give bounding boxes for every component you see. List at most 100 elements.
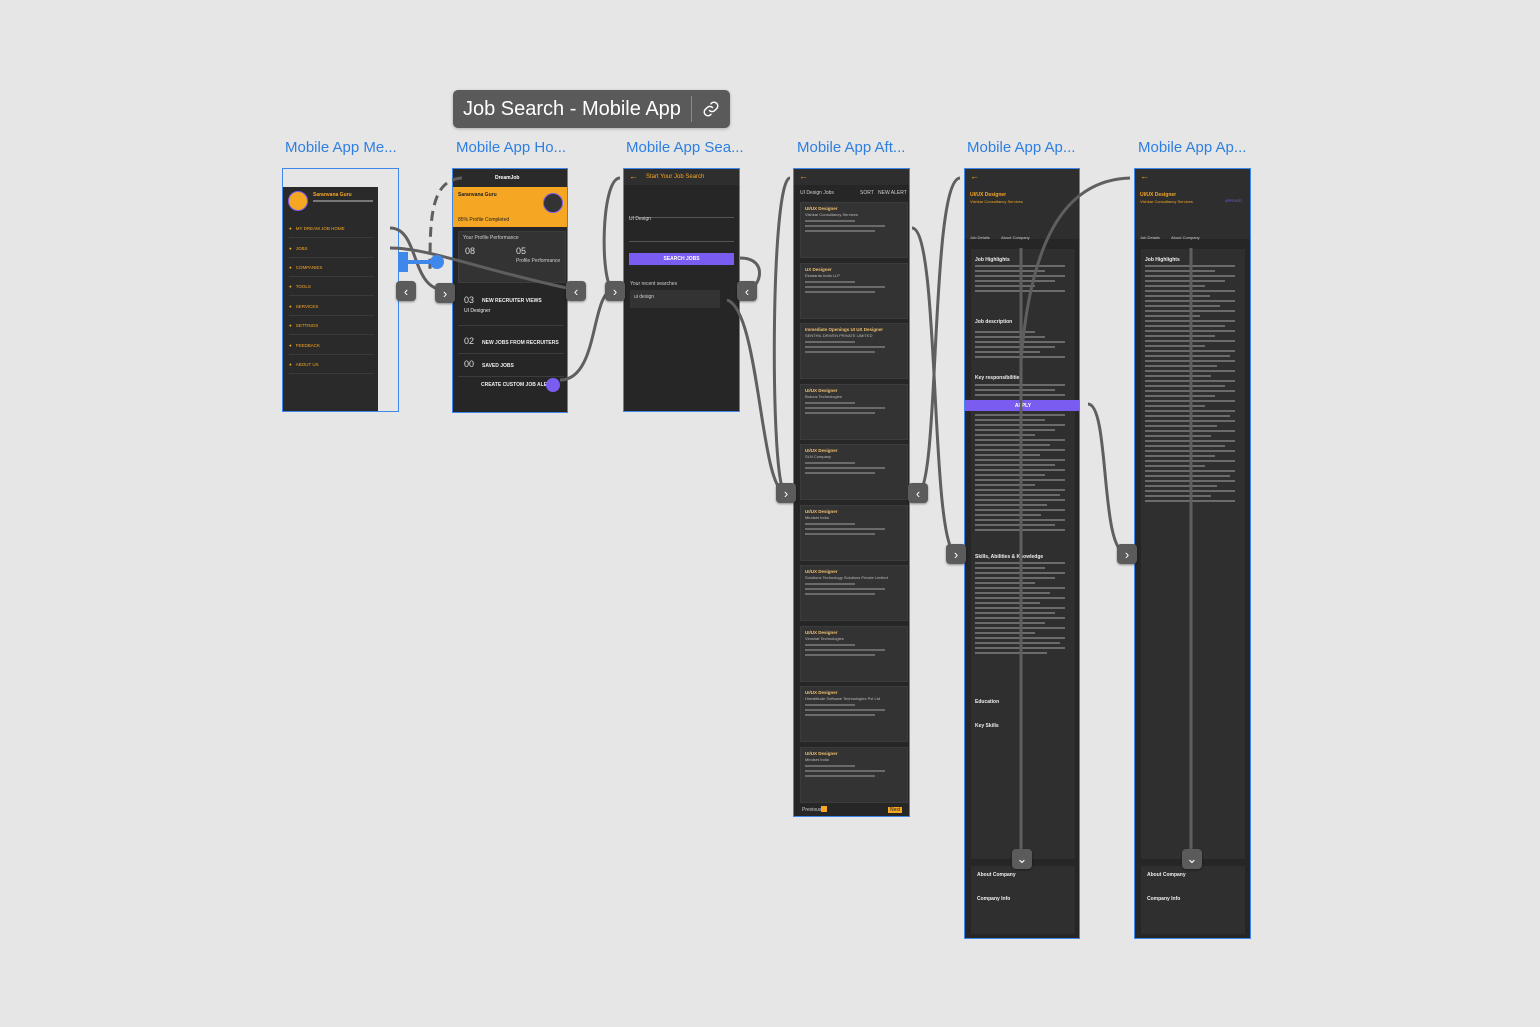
- chevron-right-icon[interactable]: ›: [605, 281, 625, 301]
- job-card[interactable]: UI/UX Designer Vishkar Consultancy Servic…: [800, 202, 908, 258]
- frame-results[interactable]: ← UI Design Jobs SORT NEW ALERT UI/UX De…: [793, 168, 910, 817]
- chevron-left-icon[interactable]: ‹: [566, 281, 586, 301]
- back-arrow-icon[interactable]: ←: [799, 171, 808, 181]
- job-card[interactable]: UX Designer Ekadanta India LLP: [800, 263, 908, 319]
- job-card[interactable]: UI/UX Designer Bravus Technologies: [800, 384, 908, 440]
- stat1-value: 08: [465, 246, 476, 256]
- menu-user-name: Saranvana Guru: [313, 192, 352, 198]
- avatar: [288, 191, 308, 211]
- pagination-prev[interactable]: Previous: [802, 807, 821, 813]
- section-highlights: Job Highlights: [1145, 257, 1180, 263]
- chevron-left-icon[interactable]: ‹: [737, 281, 757, 301]
- new-alert-button[interactable]: NEW ALERT: [878, 190, 907, 196]
- job-card[interactable]: UI/UX Designer Solutions Technology Solut…: [800, 565, 908, 621]
- keyword-input[interactable]: UI Design: [629, 207, 734, 222]
- back-arrow-icon[interactable]: ←: [1140, 171, 1149, 181]
- menu-item-tools[interactable]: ● TOOLS: [289, 277, 374, 296]
- frame-home[interactable]: DreamJob Saranvana Guru 85% Profile Comp…: [452, 168, 568, 413]
- results-title: UI Design Jobs: [800, 190, 834, 196]
- location-input[interactable]: [629, 231, 734, 242]
- apply-button[interactable]: APPLY: [965, 400, 1079, 411]
- job-details-panel: Job Highlights Job description Key respo…: [971, 249, 1075, 859]
- back-arrow-icon[interactable]: ←: [970, 171, 979, 181]
- frame-label-apply-2[interactable]: Mobile App Ap...: [1138, 139, 1278, 156]
- recruiter-job: UI Designer: [464, 308, 491, 314]
- chevron-down-icon[interactable]: ⌄: [1012, 849, 1032, 869]
- chevron-right-icon[interactable]: ›: [776, 483, 796, 503]
- company-name: Vishkar Consultancy Services: [970, 199, 1023, 204]
- tab-job-details[interactable]: Job Details: [1140, 235, 1160, 241]
- avatar: [543, 193, 563, 213]
- flow-title-pill[interactable]: Job Search - Mobile App: [453, 90, 730, 128]
- pagination-next[interactable]: Next: [888, 807, 903, 813]
- applied-badge: APPLIED: [1225, 198, 1242, 203]
- stat2-label: Profile Performance: [516, 258, 561, 264]
- menu-item-settings[interactable]: ● SETTINGS: [289, 316, 374, 335]
- frame-label-search[interactable]: Mobile App Sea...: [626, 139, 766, 156]
- chevron-down-icon[interactable]: ⌄: [1182, 849, 1202, 869]
- menu-user-info: [313, 200, 373, 202]
- job-card[interactable]: Immediate Openings UI UX Designer SENTHIL…: [800, 323, 908, 379]
- link-icon[interactable]: [692, 100, 730, 118]
- frame-label-apply-1[interactable]: Mobile App Ap...: [967, 139, 1107, 156]
- menu-item-companies[interactable]: ● COMPANIES: [289, 258, 374, 277]
- frame-apply-2[interactable]: ← UI/UX Designer Vishkar Consultancy Ser…: [1134, 168, 1251, 939]
- chevron-right-icon[interactable]: ›: [1117, 544, 1137, 564]
- job-card[interactable]: UI/UX Designer Hirealtitude Software Tech…: [800, 686, 908, 742]
- recruiter-jobs-count: 02: [464, 336, 475, 346]
- recruiter-count: 03: [464, 295, 475, 305]
- job-card[interactable]: UI/UX Designer Mindset India: [800, 505, 908, 561]
- job-card[interactable]: UI/UX Designer SLN Company: [800, 444, 908, 500]
- home-topbar: DreamJob: [453, 169, 567, 187]
- pagination-current[interactable]: [821, 806, 827, 812]
- search-header: ← Start Your Job Search: [624, 169, 739, 185]
- search-alert-button[interactable]: [546, 378, 560, 392]
- apply-header: ← UI/UX Designer Vishkar Consultancy Ser…: [965, 169, 1079, 241]
- job-card[interactable]: UI/UX Designer Mindset India: [800, 747, 908, 803]
- sort-button[interactable]: SORT: [860, 190, 874, 196]
- menu-item-jobs[interactable]: ● JOBS: [289, 239, 374, 258]
- job-title: UI/UX Designer: [970, 192, 1007, 198]
- about-company-panel: About Company Company Info: [971, 866, 1075, 934]
- chevron-left-icon[interactable]: ‹: [908, 483, 928, 503]
- recruiter-jobs-label: NEW JOBS FROM RECRUITERS: [482, 340, 559, 346]
- recent-search-item[interactable]: ui design: [630, 290, 720, 308]
- saved-jobs-count: 00: [464, 359, 475, 369]
- performance-title: Your Profile Performance: [463, 235, 519, 241]
- saved-jobs-label: SAVED JOBS: [482, 363, 514, 369]
- company-info-title: Company Info: [1147, 896, 1181, 902]
- search-header-title: Start Your Job Search: [646, 174, 705, 180]
- chevron-right-icon[interactable]: ›: [946, 544, 966, 564]
- frame-label-home[interactable]: Mobile App Ho...: [456, 139, 596, 156]
- prototype-connections: [389, 176, 1193, 858]
- menu-item-about[interactable]: ● ABOUT US: [289, 355, 374, 374]
- section-responsibilities: Key responsibilities: [975, 375, 1023, 381]
- search-jobs-button[interactable]: SEARCH JOBS: [629, 253, 734, 265]
- chevron-left-icon[interactable]: ‹: [396, 281, 416, 301]
- frame-label-results[interactable]: Mobile App Aft...: [797, 139, 937, 156]
- frame-menu[interactable]: Saranvana Guru ● MY DREAM JOB HOME ● JOBS …: [282, 168, 399, 412]
- brand-logo: DreamJob: [495, 175, 520, 181]
- job-title: UI/UX Designer: [1140, 192, 1177, 198]
- back-arrow-icon[interactable]: ←: [629, 171, 638, 181]
- menu-item-feedback[interactable]: ● FEEDBACK: [289, 336, 374, 355]
- company-info-title: Company Info: [977, 896, 1011, 902]
- tab-about-company[interactable]: About Company: [1001, 235, 1030, 241]
- stat2-value: 05: [516, 246, 527, 256]
- tab-about-company[interactable]: About Company: [1171, 235, 1200, 241]
- frame-search[interactable]: ← Start Your Job Search UI Design SEARCH…: [623, 168, 740, 412]
- tab-job-details[interactable]: Job Details: [970, 235, 990, 241]
- menu-item-home[interactable]: ● MY DREAM JOB HOME: [289, 219, 374, 238]
- menu-item-services[interactable]: ● SERVICES: [289, 297, 374, 316]
- frame-apply-1[interactable]: ← UI/UX Designer Vishkar Consultancy Ser…: [964, 168, 1080, 939]
- about-company-panel: About Company Company Info: [1141, 866, 1245, 934]
- job-card[interactable]: UI/UX Designer Vimshat Technologies: [800, 626, 908, 682]
- recruiter-jobs-row[interactable]: 02 NEW JOBS FROM RECRUITERS: [458, 333, 564, 354]
- profile-completed: 85% Profile Completed: [458, 217, 510, 223]
- saved-jobs-row[interactable]: 00 SAVED JOBS: [458, 356, 564, 377]
- flow-title: Job Search - Mobile App: [463, 97, 681, 120]
- recruiter-label: NEW RECRUITER VIEWS: [482, 298, 542, 304]
- chevron-right-icon[interactable]: ›: [435, 283, 455, 303]
- frame-label-menu[interactable]: Mobile App Me...: [285, 139, 425, 156]
- recruiter-views-row[interactable]: 03 NEW RECRUITER VIEWS UI Designer: [458, 291, 564, 326]
